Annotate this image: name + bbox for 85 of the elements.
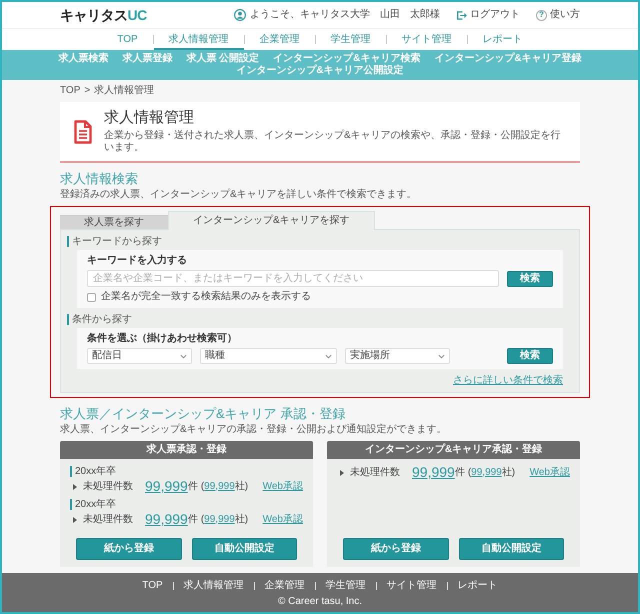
section-title: 求人票／インターンシップ&キャリア 承認・登録	[60, 406, 346, 422]
nav-tab[interactable]: サイト管理	[386, 29, 467, 50]
field-label: キーワードを入力する	[87, 255, 187, 267]
section-title: 求人情報検索	[60, 171, 139, 187]
welcome-text: ようこそ、キャリタス大学 山田 太郎様	[250, 9, 440, 21]
bullet-icon	[340, 470, 344, 476]
company-unit: 社)	[234, 480, 248, 492]
page-title: 求人情報管理	[104, 109, 195, 127]
nav-tab[interactable]: 学生管理	[316, 29, 386, 50]
subnav-link[interactable]: 求人票 公開設定	[186, 53, 260, 65]
search-button[interactable]: 検索	[507, 348, 553, 364]
action-button[interactable]: 紙から登録	[343, 538, 448, 560]
row-label: 未処理件数	[350, 466, 400, 478]
chevron-down-icon	[438, 354, 445, 358]
chevron-down-icon	[180, 354, 187, 358]
action-button[interactable]: 自動公開設定	[192, 538, 297, 560]
logo[interactable]: キャリタスUC	[60, 6, 147, 24]
action-button[interactable]: 自動公開設定	[458, 538, 564, 560]
select-field[interactable]: 実施場所	[345, 348, 450, 364]
company-count-link[interactable]: 99,999	[204, 514, 235, 526]
field-label: 条件を選ぶ（掛けあわせ検索可）	[87, 333, 237, 345]
keyword-input[interactable]: 企業名や企業コード、またはキーワードを入力してください	[87, 270, 499, 287]
paren-text: (	[200, 514, 204, 526]
footer-link[interactable]: レポート	[448, 580, 508, 592]
nav-tab[interactable]: 企業管理	[244, 29, 315, 50]
search-button[interactable]: 検索	[507, 270, 553, 286]
bullet-icon	[73, 484, 77, 490]
page-description: 企業から登録・送付された求人票、インターンシップ&キャリアの検索や、承認・登録・公開設定を行います。	[104, 130, 562, 154]
web-approval-link[interactable]: Web承認	[530, 466, 570, 478]
row-label: 未処理件数	[83, 514, 133, 526]
nav-tab[interactable]: TOP	[102, 29, 153, 50]
select-field[interactable]: 職種	[200, 348, 337, 364]
company-count-link[interactable]: 99,999	[204, 480, 235, 492]
search-tab[interactable]: 求人票を探す	[60, 215, 168, 229]
subnav-link[interactable]: インターンシップ&キャリア検索	[273, 53, 420, 65]
section-description: 求人票、インターンシップ&キャリアの承認・登録・公開および通知設定ができます。	[60, 424, 448, 436]
subnav-link[interactable]: 求人票検索	[58, 53, 108, 65]
bullet-icon	[73, 516, 77, 522]
company-count-link[interactable]: 99,999	[471, 466, 502, 478]
checkbox[interactable]	[87, 292, 96, 302]
nav-tab[interactable]: レポート	[468, 29, 538, 50]
count-unit: 件	[454, 466, 465, 478]
paren-text: (	[468, 466, 472, 478]
group-heading: 条件から探す	[67, 314, 573, 325]
subnav-link[interactable]: インターンシップ&キャリア登録	[434, 53, 582, 65]
help-link[interactable]: ? 使い方	[536, 9, 580, 21]
subnav-link[interactable]: インターンシップ&キャリア公開設定	[236, 65, 404, 77]
year-label: 20xx年卒	[70, 499, 116, 510]
web-approval-link[interactable]: Web承認	[262, 480, 303, 492]
advanced-search-link[interactable]: さらに詳しい条件で検索	[453, 375, 563, 387]
footer-link[interactable]: 求人情報管理	[174, 580, 254, 592]
section-description: 登録済みの求人票、インターンシップ&キャリアを詳しい条件で検索できます。	[60, 189, 418, 201]
company-unit: 社)	[502, 466, 516, 478]
count-unit: 件	[188, 480, 198, 492]
copyright-text: © Career tasu, Inc.	[278, 596, 362, 608]
footer-link[interactable]: 企業管理	[254, 580, 315, 592]
count-link[interactable]: 99,999	[145, 511, 188, 528]
company-unit: 社)	[234, 514, 248, 526]
select-field[interactable]: 配信日	[87, 348, 192, 364]
count-unit: 件	[188, 514, 198, 526]
paren-text: (	[200, 480, 204, 492]
breadcrumb-separator: >	[84, 85, 90, 97]
checkbox-label: 企業名が完全一致する検索結果のみを表示する	[101, 291, 311, 303]
group-heading: キーワードから探す	[67, 236, 573, 247]
search-tab[interactable]: インターンシップ&キャリアを探す	[168, 211, 375, 230]
footer-link[interactable]: 学生管理	[316, 580, 376, 592]
document-icon	[74, 120, 92, 144]
breadcrumb-link[interactable]: TOP	[60, 85, 80, 97]
card-title: インターンシップ&キャリア承認・登録	[327, 441, 580, 459]
footer-link[interactable]: TOP	[132, 580, 173, 592]
logout-icon	[456, 10, 467, 20]
footer-link[interactable]: サイト管理	[376, 580, 447, 592]
logout-link[interactable]: ログアウト	[456, 9, 520, 21]
user-icon	[234, 9, 246, 21]
subnav-link[interactable]: 求人票登録	[122, 53, 172, 65]
help-icon: ?	[536, 10, 547, 20]
web-approval-link[interactable]: Web承認	[262, 514, 303, 526]
row-label: 未処理件数	[83, 480, 133, 492]
action-button[interactable]: 紙から登録	[76, 538, 182, 560]
year-label: 20xx年卒	[70, 466, 116, 477]
card-title: 求人票承認・登録	[60, 441, 313, 459]
chevron-down-icon	[325, 354, 332, 358]
count-link[interactable]: 99,999	[412, 464, 455, 481]
breadcrumb-current: 求人情報管理	[94, 85, 154, 97]
count-link[interactable]: 99,999	[145, 478, 188, 495]
